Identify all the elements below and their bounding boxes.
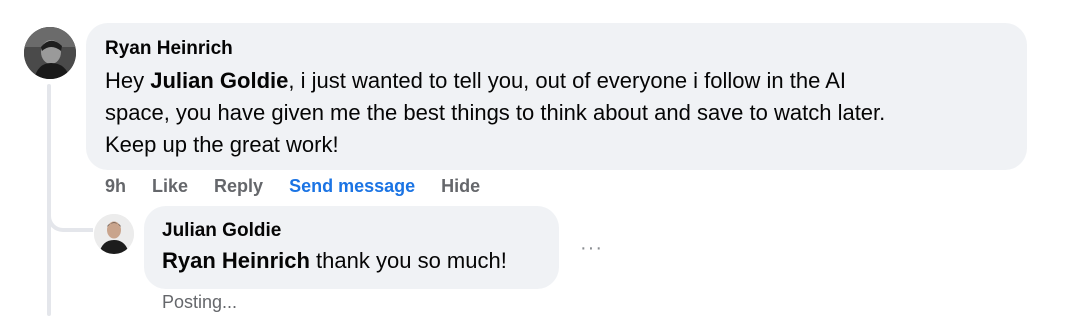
send-message-button[interactable]: Send message xyxy=(289,176,415,197)
comment-mention[interactable]: Julian Goldie xyxy=(150,68,288,93)
comment-text-line1: , i just wanted to tell you, out of ever… xyxy=(288,68,847,93)
like-button[interactable]: Like xyxy=(152,176,188,197)
comment-text: Hey Julian Goldie, i just wanted to tell… xyxy=(105,65,1009,161)
reply-text: Ryan Heinrich thank you so much! xyxy=(162,245,541,277)
avatar-photo-ryan xyxy=(24,27,76,79)
reply-author[interactable]: Julian Goldie xyxy=(162,219,541,243)
comment-bubble: Ryan Heinrich Hey Julian Goldie, i just … xyxy=(86,23,1027,170)
comment-timestamp[interactable]: 9h xyxy=(105,176,126,197)
posting-status: Posting... xyxy=(162,292,238,312)
hide-button[interactable]: Hide xyxy=(441,176,480,197)
reply-bubble: Julian Goldie Ryan Heinrich thank you so… xyxy=(144,206,559,289)
reply-avatar[interactable] xyxy=(94,214,134,254)
comment-text-prefix: Hey xyxy=(105,68,151,93)
avatar-photo-julian xyxy=(94,214,134,254)
reply-text-rest: thank you so much! xyxy=(309,248,507,273)
comment-text-line2: space, you have given me the best things… xyxy=(105,100,886,125)
reply-button[interactable]: Reply xyxy=(214,176,263,197)
comment-author[interactable]: Ryan Heinrich xyxy=(105,37,1009,61)
reply-mention[interactable]: Ryan Heinrich xyxy=(162,248,310,273)
comment-text-line3: Keep up the great work! xyxy=(105,132,339,157)
comment-actions: 9h Like Reply Send message Hide xyxy=(105,173,506,199)
avatar[interactable] xyxy=(24,27,76,79)
reply-thread-connector xyxy=(47,188,93,232)
more-options-icon[interactable]: ··· xyxy=(580,238,603,258)
